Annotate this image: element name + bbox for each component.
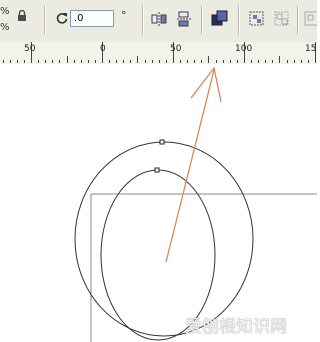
degree-label: °: [121, 9, 127, 22]
combine-icon[interactable]: [211, 10, 228, 27]
annotation-arrow-shaft: [165, 69, 215, 263]
ruler-label: 50: [170, 44, 182, 54]
toolbar-separator: [238, 6, 240, 34]
watermark-text: 爱刨根知识网: [185, 317, 287, 337]
drawing-canvas[interactable]: [0, 64, 317, 342]
rotate-icon: [56, 13, 68, 24]
toolbar-separator: [142, 6, 144, 34]
scale-percent-label-top: %: [0, 6, 10, 17]
toolbar-separator: [201, 6, 203, 34]
group-icon[interactable]: [248, 10, 265, 27]
outer-ellipse-node-handle[interactable]: [159, 139, 165, 145]
drawing-layer: [74, 66, 317, 342]
inner-ellipse-node-handle[interactable]: [154, 167, 160, 173]
ruler-ticks: [3, 42, 316, 63]
scale-percent-label-bottom: %: [0, 22, 10, 33]
horizontal-ruler[interactable]: 50 0 50 100 150: [0, 42, 317, 65]
property-bar: % % °: [0, 0, 317, 43]
app-window: % % °: [0, 0, 317, 342]
annotation-arrow-head: [190, 66, 222, 103]
ruler-label: 150: [305, 44, 317, 54]
mirror-horizontal-icon[interactable]: [151, 11, 167, 27]
ungroup-all-icon[interactable]: [303, 10, 317, 27]
ruler-label: 100: [235, 44, 253, 54]
rotation-angle-input[interactable]: [70, 10, 114, 27]
ruler-label: 0: [100, 44, 106, 54]
toolbar-separator: [297, 6, 299, 34]
toolbar-separator: [44, 6, 46, 34]
lock-ratio-icon[interactable]: [16, 10, 28, 22]
mirror-vertical-icon[interactable]: [176, 11, 192, 27]
ungroup-icon[interactable]: [273, 10, 290, 27]
ruler-label: 50: [24, 44, 36, 54]
